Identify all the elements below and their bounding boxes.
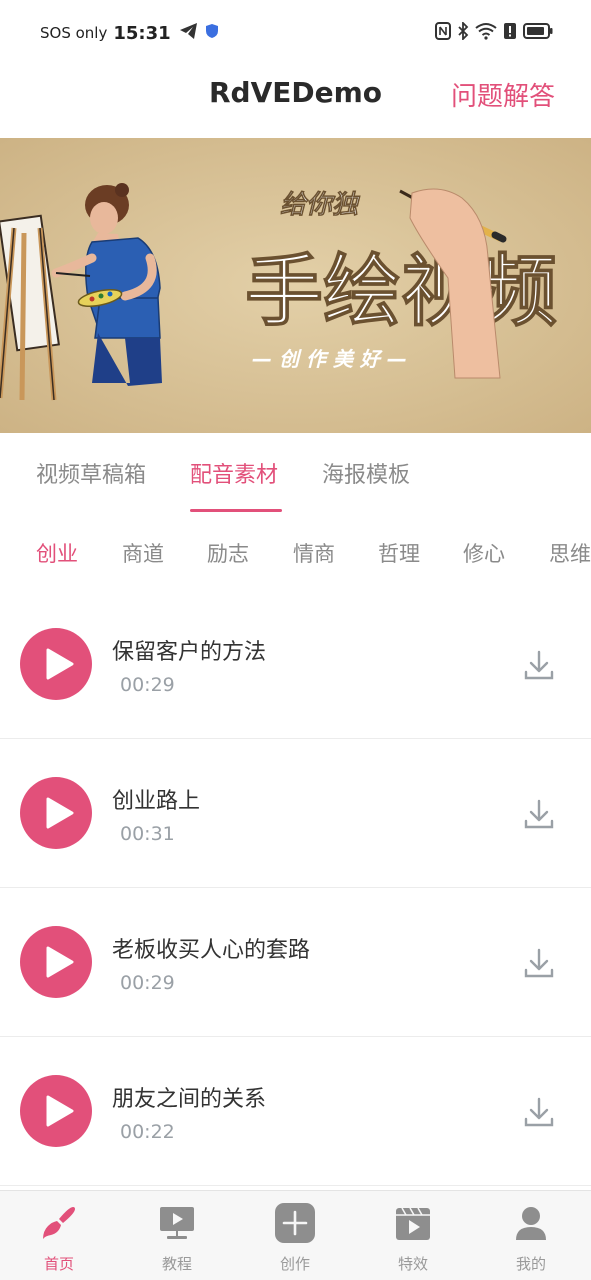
status-left: SOS only 15:31 — [40, 22, 219, 44]
effects-icon — [396, 1207, 430, 1240]
category-chip[interactable]: 励志 — [207, 538, 249, 568]
list-item[interactable]: 老板收买人心的套路 00:29 — [0, 888, 591, 1037]
play-button[interactable] — [20, 628, 92, 700]
category-chip[interactable]: 情商 — [293, 538, 335, 568]
telegram-icon — [179, 22, 199, 44]
shield-icon — [205, 23, 219, 43]
play-icon — [46, 648, 74, 680]
wifi-icon — [475, 22, 497, 44]
alert-icon — [503, 22, 517, 44]
main-tabs: 视频草稿箱 配音素材 海报模板 — [0, 433, 591, 513]
category-bar: 创业 商道 励志 情商 哲理 修心 思维 — [0, 520, 591, 580]
nav-home[interactable]: 首页 — [0, 1191, 118, 1280]
nav-label: 特效 — [397, 1255, 428, 1273]
banner-illustration: 给你独 手绘视频 — 创 作 美 好 — — [0, 138, 591, 433]
battery-icon — [523, 22, 553, 44]
app-header: RdVEDemo 问题解答 — [0, 66, 591, 138]
list-item[interactable]: 保留客户的方法 00:29 — [0, 590, 591, 739]
audio-duration: 00:31 — [120, 823, 175, 845]
category-chip[interactable]: 修心 — [463, 538, 505, 568]
play-button[interactable] — [20, 926, 92, 998]
brush-icon — [43, 1207, 75, 1239]
play-icon — [46, 797, 74, 829]
audio-title: 创业路上 — [112, 789, 201, 814]
faq-link[interactable]: 问题解答 — [451, 76, 555, 113]
play-button[interactable] — [20, 1075, 92, 1147]
list-item[interactable]: 创业路上 00:31 — [0, 739, 591, 888]
nfc-icon — [435, 22, 451, 44]
bottom-nav: 首页 教程 创作 特效 我的 — [0, 1190, 591, 1280]
banner-tagline: — 创 作 美 好 — — [252, 347, 407, 371]
nav-effects[interactable]: 特效 — [354, 1191, 472, 1280]
audio-duration: 00:29 — [120, 674, 175, 696]
list-item[interactable]: 朋友之间的关系 00:22 — [0, 1037, 591, 1186]
download-button[interactable] — [522, 797, 556, 831]
download-icon — [524, 650, 554, 680]
download-icon — [524, 1097, 554, 1127]
hero-banner[interactable]: 给你独 手绘视频 — 创 作 美 好 — — [0, 138, 591, 433]
nav-label: 教程 — [161, 1255, 192, 1273]
play-button[interactable] — [20, 777, 92, 849]
category-chip[interactable]: 创业 — [36, 538, 78, 568]
play-icon — [46, 1095, 74, 1127]
nav-label: 首页 — [43, 1255, 74, 1273]
status-right — [435, 20, 553, 44]
nav-tutorial[interactable]: 教程 — [118, 1191, 236, 1280]
sos-text: SOS only — [40, 24, 108, 42]
banner-line1: 给你独 — [280, 190, 361, 220]
download-button[interactable] — [522, 648, 556, 682]
audio-title: 朋友之间的关系 — [112, 1087, 267, 1112]
plus-icon — [275, 1203, 315, 1243]
bluetooth-icon — [457, 20, 469, 44]
tutorial-icon — [160, 1207, 194, 1239]
nav-label: 我的 — [515, 1255, 546, 1273]
nav-profile[interactable]: 我的 — [472, 1191, 590, 1280]
tab-voiceover[interactable]: 配音素材 — [190, 457, 278, 489]
download-button[interactable] — [522, 1095, 556, 1129]
category-chip[interactable]: 商道 — [122, 538, 164, 568]
banner-headline: 手绘视频 — [245, 247, 557, 337]
audio-title: 保留客户的方法 — [112, 640, 267, 665]
download-icon — [524, 948, 554, 978]
nav-create[interactable]: 创作 — [236, 1191, 354, 1280]
audio-duration: 00:29 — [120, 972, 175, 994]
profile-icon — [516, 1207, 546, 1240]
download-icon — [524, 799, 554, 829]
category-chip[interactable]: 哲理 — [378, 538, 420, 568]
category-chip[interactable]: 思维 — [549, 538, 591, 568]
status-bar: SOS only 15:31 — [0, 0, 591, 66]
audio-title: 老板收买人心的套路 — [112, 938, 311, 963]
clock: 15:31 — [113, 22, 171, 44]
nav-label: 创作 — [279, 1255, 310, 1273]
audio-duration: 00:22 — [120, 1121, 175, 1143]
active-tab-indicator — [190, 509, 282, 512]
download-button[interactable] — [522, 946, 556, 980]
tab-drafts[interactable]: 视频草稿箱 — [36, 457, 146, 489]
play-icon — [46, 946, 74, 978]
tab-posters[interactable]: 海报模板 — [322, 457, 410, 489]
